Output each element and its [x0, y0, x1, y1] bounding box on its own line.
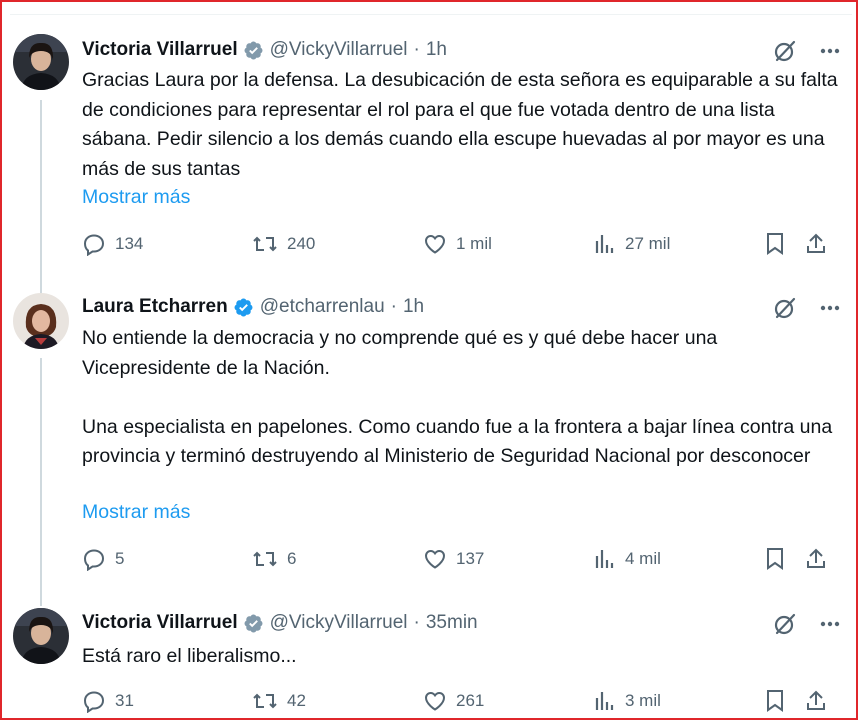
author-name[interactable]: Victoria Villarruel: [82, 612, 238, 634]
like-count: 137: [456, 549, 485, 568]
more-options-icon[interactable]: [820, 48, 840, 54]
like-count: 261: [456, 691, 485, 710]
tweet-actions: 31 42 261 3 mil: [82, 689, 834, 715]
views-count: 3 mil: [625, 691, 661, 710]
author-handle[interactable]: @VickyVillarruel: [270, 39, 408, 61]
bookmark-button[interactable]: [764, 689, 786, 713]
bookmark-button[interactable]: [764, 547, 786, 571]
tweet-text: Está raro el liberalismo...: [82, 645, 297, 667]
bookmark-icon: [767, 548, 783, 570]
separator-dot: ·: [390, 296, 397, 317]
repost-button[interactable]: 240: [252, 232, 315, 256]
more-options-icon[interactable]: [820, 305, 840, 311]
reply-count: 5: [115, 549, 125, 568]
views-count: 4 mil: [625, 549, 661, 568]
show-more-link[interactable]: Mostrar más: [82, 186, 190, 209]
verified-badge-icon: [244, 41, 263, 59]
tweet-actions: 5 6 137 4 mil: [82, 547, 834, 573]
tweet-text: Gracias Laura por la defensa. La desubic…: [82, 69, 838, 180]
tweet-top-actions: [772, 38, 840, 64]
bookmark-button[interactable]: [764, 232, 786, 256]
separator-dot: ·: [413, 39, 420, 60]
share-button[interactable]: [804, 547, 828, 571]
reply-icon: [83, 549, 105, 571]
repost-button[interactable]: 6: [252, 547, 296, 571]
reply-button[interactable]: 134: [82, 232, 143, 256]
like-button[interactable]: 137: [423, 547, 484, 571]
views-button[interactable]: 27 mil: [594, 232, 670, 256]
tweet[interactable]: Victoria Villarruel @VickyVillarruel · 1…: [2, 2, 856, 292]
timestamp[interactable]: 35min: [426, 612, 478, 634]
verified-badge-icon: [234, 298, 253, 316]
heart-icon: [424, 549, 446, 569]
reply-count: 31: [115, 691, 134, 710]
views-button[interactable]: 4 mil: [594, 547, 661, 571]
grok-icon[interactable]: [772, 611, 798, 637]
views-icon: [595, 550, 614, 568]
bookmark-icon: [767, 233, 783, 255]
thread-line: [40, 358, 42, 606]
author-handle[interactable]: @VickyVillarruel: [270, 612, 408, 634]
author-handle[interactable]: @etcharrenlau: [260, 296, 385, 318]
reply-count: 134: [115, 234, 144, 253]
reply-button[interactable]: 5: [82, 547, 124, 571]
tweet-header: Victoria Villarruel @VickyVillarruel · 1…: [82, 38, 447, 62]
grok-icon[interactable]: [772, 38, 798, 64]
like-count: 1 mil: [456, 234, 492, 253]
tweet-top-actions: [772, 611, 840, 637]
avatar[interactable]: [13, 34, 69, 90]
avatar[interactable]: [13, 608, 69, 664]
tweet-actions: 134 240 1 mil 27 mil: [82, 232, 834, 258]
like-button[interactable]: 261: [423, 689, 484, 713]
tweet-header: Victoria Villarruel @VickyVillarruel · 3…: [82, 611, 478, 635]
repost-icon: [253, 236, 277, 252]
views-count: 27 mil: [625, 234, 671, 253]
grok-icon[interactable]: [772, 295, 798, 321]
repost-count: 42: [287, 691, 306, 710]
repost-icon: [253, 551, 277, 567]
repost-button[interactable]: 42: [252, 689, 306, 713]
share-button[interactable]: [804, 689, 828, 713]
reply-button[interactable]: 31: [82, 689, 134, 713]
views-icon: [595, 692, 614, 710]
views-button[interactable]: 3 mil: [594, 689, 661, 713]
heart-icon: [424, 691, 446, 711]
repost-count: 240: [287, 234, 316, 253]
author-name[interactable]: Victoria Villarruel: [82, 39, 238, 61]
repost-count: 6: [287, 549, 297, 568]
verified-badge-icon: [244, 614, 263, 632]
repost-icon: [253, 693, 277, 709]
share-icon: [807, 548, 825, 568]
author-name[interactable]: Laura Etcharren: [82, 296, 228, 318]
separator-dot: ·: [413, 612, 420, 633]
avatar[interactable]: [13, 293, 69, 349]
like-button[interactable]: 1 mil: [423, 232, 492, 256]
bookmark-icon: [767, 690, 783, 712]
share-icon: [807, 690, 825, 710]
tweet-header: Laura Etcharren @etcharrenlau · 1h: [82, 295, 424, 319]
reply-icon: [83, 234, 105, 256]
reply-icon: [83, 691, 105, 713]
tweet-top-actions: [772, 295, 840, 321]
timestamp[interactable]: 1h: [426, 39, 447, 61]
timestamp[interactable]: 1h: [403, 296, 424, 318]
views-icon: [595, 235, 614, 253]
tweet-text: No entiende la democracia y no comprende…: [82, 327, 833, 467]
show-more-link[interactable]: Mostrar más: [82, 501, 190, 524]
heart-icon: [424, 234, 446, 254]
share-icon: [807, 233, 825, 253]
share-button[interactable]: [804, 232, 828, 256]
more-options-icon[interactable]: [820, 621, 840, 627]
timeline-frame: Victoria Villarruel @VickyVillarruel · 1…: [0, 0, 858, 720]
